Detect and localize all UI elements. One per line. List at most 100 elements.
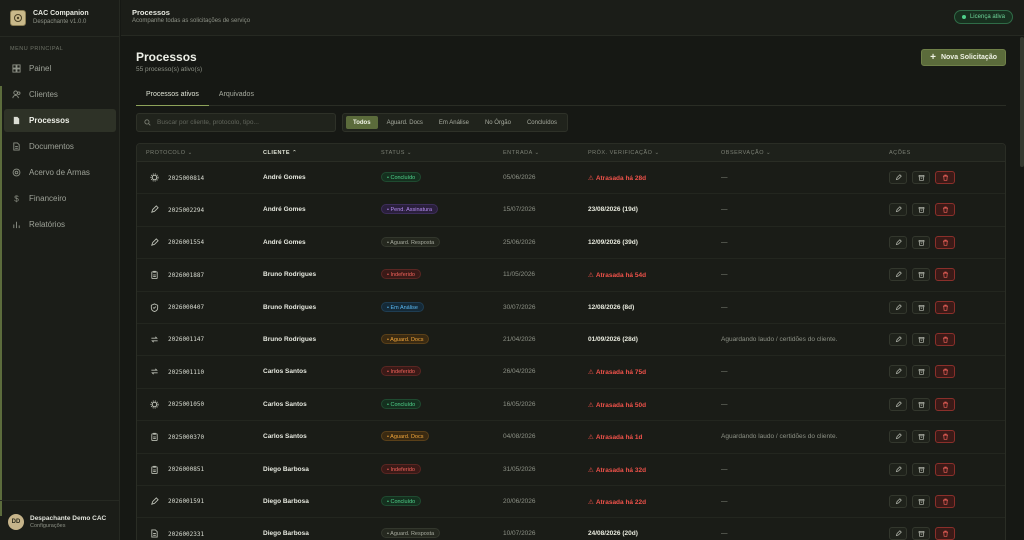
delete-button[interactable]	[935, 235, 955, 249]
edit-button[interactable]	[889, 171, 907, 184]
th-observacao[interactable]: OBSERVAÇÃO ⌄	[721, 150, 771, 156]
table-row[interactable]: 2025002294 André Gomes • Pend. Assinatur…	[137, 194, 1005, 227]
th-protocolo[interactable]: PROTOCOLO ⌄	[146, 150, 193, 156]
delete-button[interactable]	[935, 462, 955, 476]
search-box[interactable]	[136, 113, 336, 132]
user-profile[interactable]: DD Despachante Demo CAC Configurações	[8, 514, 106, 530]
delete-button[interactable]	[935, 430, 955, 444]
delete-button[interactable]	[935, 494, 955, 508]
table-row[interactable]: 2026000407 Bruno Rodrigues • Em Análise …	[137, 292, 1005, 324]
archive-button[interactable]	[912, 203, 930, 217]
edit-button[interactable]	[889, 268, 907, 282]
edit-button[interactable]	[889, 430, 907, 444]
edit-button[interactable]	[889, 494, 907, 508]
sidebar-item-clientes[interactable]: Clientes	[4, 83, 116, 106]
sidebar-item-processos[interactable]: Processos	[4, 109, 116, 132]
protocol-number[interactable]: 2026000407	[168, 304, 204, 311]
archive-button[interactable]	[912, 494, 930, 508]
delete-button[interactable]	[935, 332, 955, 346]
edit-button[interactable]	[889, 300, 907, 314]
filter-chip[interactable]: No Órgão	[478, 116, 518, 129]
delete-button[interactable]	[935, 203, 955, 217]
row-actions	[889, 462, 955, 476]
edit-button[interactable]	[889, 235, 907, 249]
sidebar-item-financeiro[interactable]: $ Financeiro	[4, 187, 116, 210]
protocol-number[interactable]: 2025002294	[168, 207, 204, 214]
archive-button[interactable]	[912, 268, 930, 282]
archive-button[interactable]	[912, 300, 930, 314]
edit-icon	[895, 368, 902, 375]
edit-button[interactable]	[889, 365, 907, 379]
table-row[interactable]: 2026001147 Bruno Rodrigues • Aguard. Doc…	[137, 324, 1005, 357]
archive-button[interactable]	[912, 171, 930, 184]
filter-chip[interactable]: Todos	[346, 116, 378, 129]
tab-arquivados[interactable]: Arquivados	[209, 90, 264, 106]
filter-chip[interactable]: Concluídos	[520, 116, 564, 129]
table-row[interactable]: 2026001887 Bruno Rodrigues • Indeferido …	[137, 259, 1005, 292]
observation: Aguardando laudo / certidões do cliente.	[721, 433, 838, 441]
protocol-number[interactable]: 2026001887	[168, 272, 204, 279]
delete-button[interactable]	[935, 527, 955, 540]
tab-processos-ativos[interactable]: Processos ativos	[136, 90, 209, 106]
table-header: PROTOCOLO ⌄ CLIENTE ⌃ STATUS ⌄ ENTRADA ⌄…	[137, 144, 1005, 162]
protocol-number[interactable]: 2026002331	[168, 531, 204, 538]
user-settings-link[interactable]: Configurações	[30, 523, 106, 530]
entry-date: 04/08/2026	[503, 433, 536, 441]
protocol-number[interactable]: 2026001591	[168, 498, 204, 505]
th-cliente[interactable]: CLIENTE ⌃	[263, 150, 297, 156]
trash-icon	[942, 271, 948, 278]
protocol-number[interactable]: 2025001050	[168, 401, 204, 408]
status-filters: Todos Aguard. Docs Em Análise No Órgão Concl…	[342, 113, 568, 132]
protocol-number[interactable]: 2026000851	[168, 466, 204, 473]
delete-button[interactable]	[935, 300, 955, 314]
delete-button[interactable]	[935, 171, 955, 184]
table-row[interactable]: 2025000814 André Gomes • Concluído 05/06…	[137, 162, 1005, 195]
edit-button[interactable]	[889, 332, 907, 346]
table-row[interactable]: 2026000851 Diego Barbosa • Indeferido 31…	[137, 454, 1005, 486]
protocol-number[interactable]: 2026001554	[168, 239, 204, 246]
observation: —	[721, 497, 728, 505]
archive-button[interactable]	[912, 365, 930, 379]
protocol-number[interactable]: 2026001147	[168, 336, 204, 343]
table-row[interactable]: 2025001050 Carlos Santos • Concluído 16/…	[137, 389, 1005, 422]
scrollbar[interactable]	[1020, 37, 1024, 167]
delete-button[interactable]	[935, 268, 955, 282]
archive-button[interactable]	[912, 235, 930, 249]
delete-button[interactable]	[935, 365, 955, 379]
table-row[interactable]: 2026001591 Diego Barbosa • Concluído 20/…	[137, 486, 1005, 519]
protocol-number[interactable]: 2025000370	[168, 434, 204, 441]
next-check: 12/08/2026 (8d)	[588, 303, 635, 311]
row-actions	[889, 527, 955, 540]
edit-button[interactable]	[889, 462, 907, 476]
archive-button[interactable]	[912, 462, 930, 476]
archive-button[interactable]	[912, 430, 930, 444]
sidebar-item-painel[interactable]: Painel	[4, 57, 116, 80]
archive-button[interactable]	[912, 397, 930, 411]
new-request-button[interactable]: + Nova Solicitação	[921, 49, 1006, 66]
filter-chip[interactable]: Aguard. Docs	[380, 116, 430, 129]
edit-button[interactable]	[889, 527, 907, 540]
filter-chip[interactable]: Em Análise	[432, 116, 476, 129]
archive-button[interactable]	[912, 527, 930, 540]
th-prox[interactable]: PRÓX. VERIFICAÇÃO ⌄	[588, 150, 660, 156]
th-entrada[interactable]: ENTRADA ⌄	[503, 150, 540, 156]
sidebar: CAC Companion Despachante v1.0.0 MENU PR…	[0, 0, 120, 540]
protocol-number[interactable]: 2025001110	[168, 369, 204, 376]
delete-button[interactable]	[935, 397, 955, 411]
observation: —	[721, 238, 728, 246]
th-status[interactable]: STATUS ⌄	[381, 150, 412, 156]
table-row[interactable]: 2025001110 Carlos Santos • Indeferido 26…	[137, 356, 1005, 389]
sidebar-item-acervo-de-armas[interactable]: Acervo de Armas	[4, 161, 116, 184]
edit-button[interactable]	[889, 397, 907, 411]
protocol-number[interactable]: 2025000814	[168, 175, 204, 182]
sidebar-item-documentos[interactable]: Documentos	[4, 135, 116, 158]
sidebar-item-relatorios[interactable]: Relatórios	[4, 213, 116, 236]
search-input[interactable]	[157, 119, 327, 126]
table-row[interactable]: 2026001554 André Gomes • Aguard. Respost…	[137, 227, 1005, 260]
table-row[interactable]: 2025000370 Carlos Santos • Aguard. Docs …	[137, 421, 1005, 454]
archive-button[interactable]	[912, 332, 930, 346]
row-type-icon	[150, 497, 159, 508]
table-row[interactable]: 2026002331 Diego Barbosa • Aguard. Respo…	[137, 518, 1005, 540]
edit-button[interactable]	[889, 203, 907, 217]
status-badge: • Indeferido	[381, 463, 421, 474]
